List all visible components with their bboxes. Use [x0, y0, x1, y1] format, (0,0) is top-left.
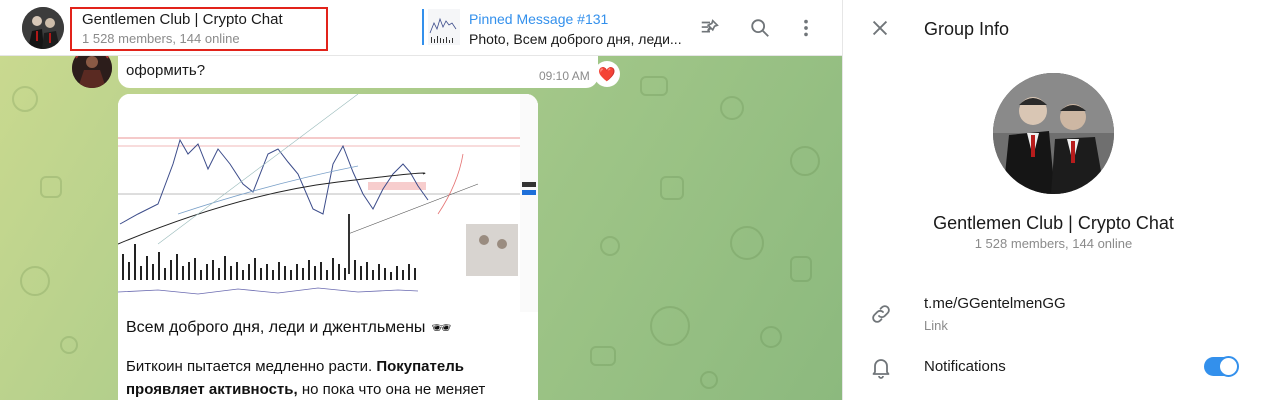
group-link[interactable]: t.me/GGentelmenGG [924, 295, 1066, 312]
close-icon[interactable] [869, 17, 891, 39]
sunglasses-emoji-icon: 🕶 [431, 320, 452, 337]
group-avatar[interactable] [993, 73, 1114, 194]
heart-reaction[interactable]: ❤️ [594, 61, 620, 87]
more-vertical-icon[interactable] [794, 16, 818, 40]
group-link-label: Link [924, 318, 948, 333]
group-member-count: 1 528 members, 144 online [974, 236, 1133, 251]
message-time: 09:10 AM [539, 69, 590, 83]
search-icon[interactable] [748, 16, 772, 40]
post-text-bold: Покупатель [376, 358, 464, 375]
chat-header[interactable]: Gentlemen Club | Crypto Chat 1 528 membe… [0, 0, 842, 56]
pinned-message-thumbnail[interactable] [422, 9, 460, 45]
notifications-label: Notifications [924, 358, 1006, 375]
post-text-normal: но пока что она не меняет [297, 381, 486, 398]
notifications-toggle[interactable] [1204, 356, 1239, 377]
pinned-message-title[interactable]: Pinned Message #131 [469, 11, 608, 27]
chat-member-count: 1 528 members, 144 online [82, 31, 240, 46]
post-text-bold: проявляет активность, [126, 381, 298, 398]
chat-avatar[interactable] [22, 7, 64, 49]
pin-list-icon[interactable] [698, 16, 722, 40]
pinned-message-text[interactable]: Photo, Всем доброго дня, леди... [469, 31, 682, 47]
post-greeting-text: Всем доброго дня, леди и джентльмены [126, 319, 426, 336]
bell-icon [869, 355, 893, 379]
post-bubble[interactable]: Всем доброго дня, леди и джентльмены 🕶 Б… [118, 94, 538, 400]
panel-title: Group Info [924, 19, 1010, 39]
group-info-panel: Group Info Gentlemen Club | Crypto Chat … [842, 0, 1275, 400]
message-text: оформить? [126, 62, 206, 79]
post-text-line: проявляет активность, но пока что она не… [126, 381, 485, 398]
post-greeting: Всем доброго дня, леди и джентльмены 🕶 [126, 318, 452, 338]
chat-title[interactable]: Gentlemen Club | Crypto Chat [82, 11, 283, 28]
group-name: Gentlemen Club | Crypto Chat [933, 213, 1174, 233]
chart-screenshot-image[interactable] [118, 94, 538, 312]
chat-area: Gentlemen Club | Crypto Chat 1 528 membe… [0, 0, 842, 400]
link-icon [869, 302, 893, 326]
post-text-line: Биткоин пытается медленно расти. Покупат… [126, 358, 464, 375]
heart-icon: ❤️ [598, 65, 616, 82]
toggle-knob [1218, 356, 1239, 377]
post-text-normal: Биткоин пытается медленно расти. [126, 358, 377, 375]
